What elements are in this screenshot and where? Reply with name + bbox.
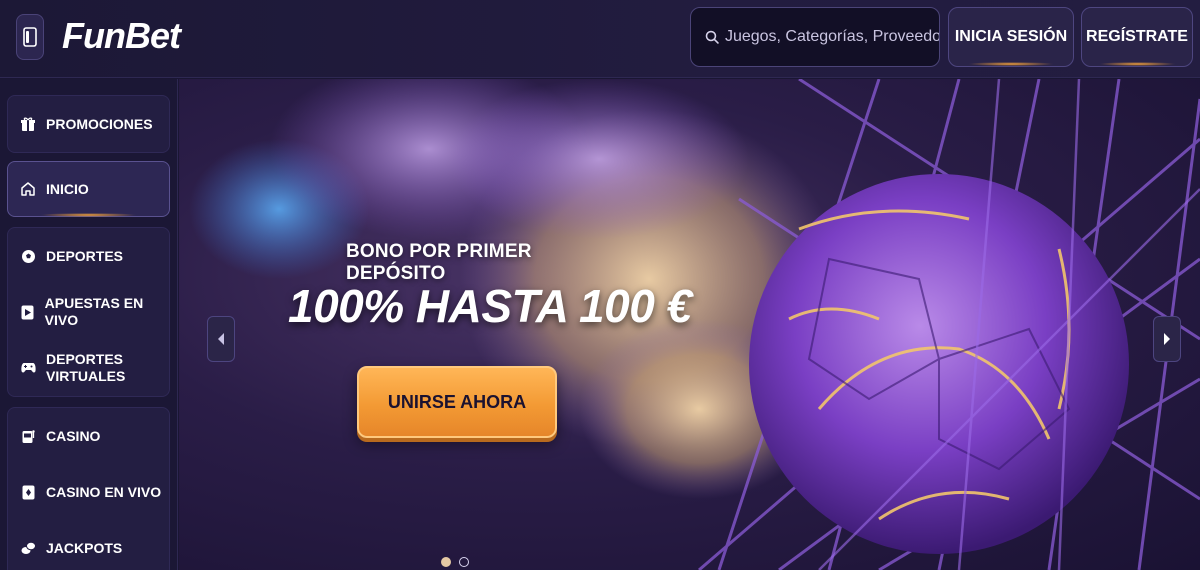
sidebar-group-sports: DEPORTES APUESTAS EN VIVO DEPORTES VIRTU… xyxy=(7,227,170,397)
sidebar-group-promotions: PROMOCIONES xyxy=(7,95,170,153)
search-input[interactable] xyxy=(724,28,939,46)
chevron-right-icon xyxy=(1164,333,1170,345)
coins-icon xyxy=(20,540,36,556)
slot-machine-icon xyxy=(20,428,36,444)
soccer-ball-icon xyxy=(20,248,36,264)
top-header: FunBet INICIA SESIÓN REGÍSTRATE xyxy=(0,0,1200,78)
carousel-pagination xyxy=(441,557,469,567)
home-icon xyxy=(20,181,36,197)
sidebar-item-jackpots[interactable]: JACKPOTS xyxy=(8,520,169,570)
funbet-logo[interactable]: FunBet xyxy=(62,16,181,56)
sidebar-item-label: DEPORTES xyxy=(46,247,124,264)
live-play-icon xyxy=(20,304,35,320)
sidebar-item-label: JACKPOTS xyxy=(46,539,123,556)
hero-headline: 100% HASTA 100 € xyxy=(288,280,692,332)
carousel-dot-1[interactable] xyxy=(441,557,451,567)
sidebar-item-label: APUESTAS EN VIVO xyxy=(44,295,144,328)
sidebar-item-inicio[interactable]: INICIO xyxy=(7,161,170,217)
gamepad-icon xyxy=(20,360,36,376)
carousel-next-button[interactable] xyxy=(1153,316,1181,362)
chevron-left-icon xyxy=(218,333,224,345)
sidebar-item-label: CASINO xyxy=(46,427,101,444)
join-now-button[interactable]: UNIRSE AHORA xyxy=(357,366,557,438)
sidebar-item-casino[interactable]: CASINO xyxy=(8,408,169,464)
sidebar-item-label: PROMOCIONES xyxy=(46,115,153,132)
search-icon xyxy=(705,30,719,44)
sidebar-item-apuestas-en-vivo[interactable]: APUESTAS EN VIVO xyxy=(8,284,169,340)
gift-icon xyxy=(20,116,36,132)
sidebar: PROMOCIONES INICIO DEPORTES APUESTAS EN … xyxy=(0,79,178,570)
sidebar-item-label: DEPORTES VIRTUALES xyxy=(46,351,126,384)
login-button[interactable]: INICIA SESIÓN xyxy=(948,7,1074,67)
hero-banner[interactable]: BONO POR PRIMER DEPÓSITO 100% HASTA 100 … xyxy=(179,79,1200,570)
register-button[interactable]: REGÍSTRATE xyxy=(1081,7,1193,67)
sidebar-item-label: CASINO EN VIVO xyxy=(46,483,162,500)
carousel-dot-2[interactable] xyxy=(459,557,469,567)
search-box[interactable] xyxy=(690,7,940,67)
carousel-prev-button[interactable] xyxy=(207,316,235,362)
sidebar-item-label: INICIO xyxy=(46,180,89,197)
sidebar-group-casino: CASINO CASINO EN VIVO JACKPOTS xyxy=(7,407,170,570)
live-cards-icon xyxy=(20,484,36,500)
sidebar-group-home: INICIO xyxy=(7,161,170,217)
sidebar-item-casino-en-vivo[interactable]: CASINO EN VIVO xyxy=(8,464,169,520)
sidebar-item-deportes[interactable]: DEPORTES xyxy=(8,228,169,284)
sidebar-item-deportes-virtuales[interactable]: DEPORTES VIRTUALES xyxy=(8,340,169,396)
sidebar-item-promociones[interactable]: PROMOCIONES xyxy=(8,96,169,152)
sidebar-toggle-icon xyxy=(23,27,37,47)
sidebar-toggle-button[interactable] xyxy=(16,14,44,60)
